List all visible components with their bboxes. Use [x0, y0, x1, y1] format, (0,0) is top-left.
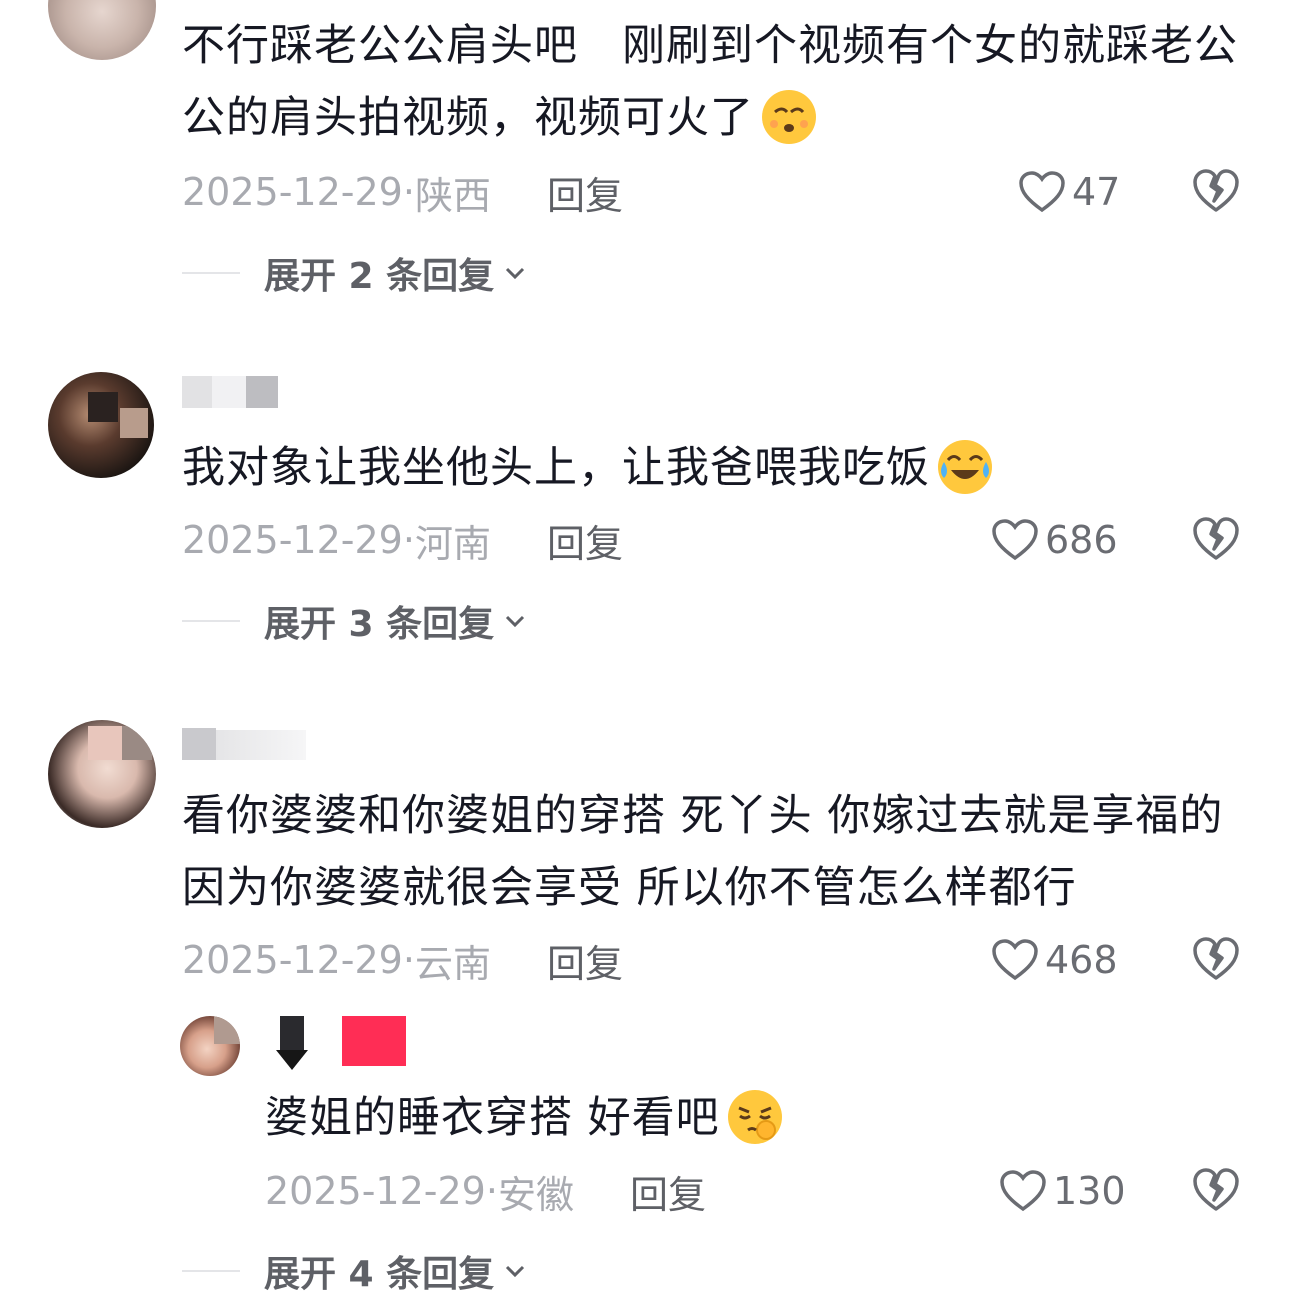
- author-badge-icon: [276, 1016, 308, 1070]
- dislike-button[interactable]: [1192, 1166, 1240, 1216]
- avatar[interactable]: [48, 720, 156, 828]
- comment-meta: 2025-12-29 · 云南 回复: [182, 933, 623, 988]
- divider: [182, 1270, 240, 1272]
- like-count: 468: [1045, 938, 1118, 982]
- reply-button[interactable]: 回复: [547, 165, 623, 220]
- chevron-down-icon: [506, 1265, 525, 1278]
- pouting-face-emoji-icon: [726, 1088, 784, 1146]
- comment-date: 2025-12-29: [182, 938, 403, 982]
- heart-icon: [1000, 1170, 1046, 1212]
- comment-text: 不行踩老公公肩头吧 刚刷到个视频有个女的就踩老公公的肩头拍视频，视频可火了: [182, 10, 1252, 154]
- reply-button[interactable]: 回复: [547, 513, 623, 568]
- reply-meta: 2025-12-29 · 安徽 回复: [265, 1164, 706, 1219]
- crying-laughing-emoji-icon: [936, 438, 994, 496]
- comment-meta: 2025-12-29 · 陕西 回复: [182, 165, 623, 220]
- avatar[interactable]: [48, 0, 156, 60]
- like-button[interactable]: 130: [999, 1166, 1126, 1216]
- broken-heart-icon: [1193, 937, 1239, 980]
- dislike-button[interactable]: [1192, 515, 1240, 565]
- chevron-down-icon: [506, 267, 525, 280]
- broken-heart-icon: [1193, 517, 1239, 560]
- comment-date: 2025-12-29: [265, 1169, 486, 1213]
- like-button[interactable]: 47: [1018, 167, 1120, 217]
- like-count: 47: [1072, 170, 1121, 214]
- comment-location: 云南: [414, 941, 491, 986]
- username-redacted[interactable]: [182, 728, 306, 760]
- reply-avatar[interactable]: [180, 1016, 240, 1076]
- comment-date: 2025-12-29: [182, 518, 403, 562]
- broken-heart-icon: [1193, 1168, 1239, 1211]
- expand-replies-button[interactable]: 展开 4 条回复: [182, 1246, 528, 1296]
- like-button[interactable]: 686: [991, 515, 1118, 565]
- broken-heart-icon: [1193, 169, 1239, 212]
- chevron-down-icon: [506, 615, 525, 628]
- comment-location: 陕西: [414, 173, 491, 218]
- comment-meta: 2025-12-29 · 河南 回复: [182, 513, 623, 568]
- dislike-button[interactable]: [1192, 935, 1240, 985]
- comment-date: 2025-12-29: [182, 170, 403, 214]
- heart-icon: [992, 519, 1038, 561]
- like-count: 130: [1053, 1169, 1126, 1213]
- unamused-face-emoji-icon: [760, 88, 818, 146]
- heart-icon: [992, 939, 1038, 981]
- username-redacted[interactable]: [182, 376, 278, 408]
- reply-button[interactable]: 回复: [547, 933, 623, 988]
- comment-text: 我对象让我坐他头上，让我爸喂我吃饭: [182, 432, 1252, 504]
- comment-text: 看你婆婆和你婆姐的穿搭 死丫头 你嫁过去就是享福的 因为你婆婆就很会享受 所以你…: [182, 791, 1224, 913]
- reply-button[interactable]: 回复: [630, 1164, 706, 1219]
- comment-location: 安徽: [497, 1172, 574, 1217]
- username-redacted[interactable]: [342, 1016, 406, 1066]
- expand-replies-button[interactable]: 展开 2 条回复: [182, 248, 528, 298]
- avatar[interactable]: [48, 372, 154, 478]
- dislike-button[interactable]: [1192, 167, 1240, 217]
- comment-location: 河南: [414, 521, 491, 566]
- divider: [182, 620, 240, 622]
- heart-icon: [1019, 171, 1065, 213]
- reply-text: 婆姐的睡衣穿搭 好看吧: [265, 1082, 1245, 1154]
- expand-replies-button[interactable]: 展开 3 条回复: [182, 596, 528, 646]
- divider: [182, 272, 240, 274]
- like-count: 686: [1045, 518, 1118, 562]
- like-button[interactable]: 468: [991, 935, 1118, 985]
